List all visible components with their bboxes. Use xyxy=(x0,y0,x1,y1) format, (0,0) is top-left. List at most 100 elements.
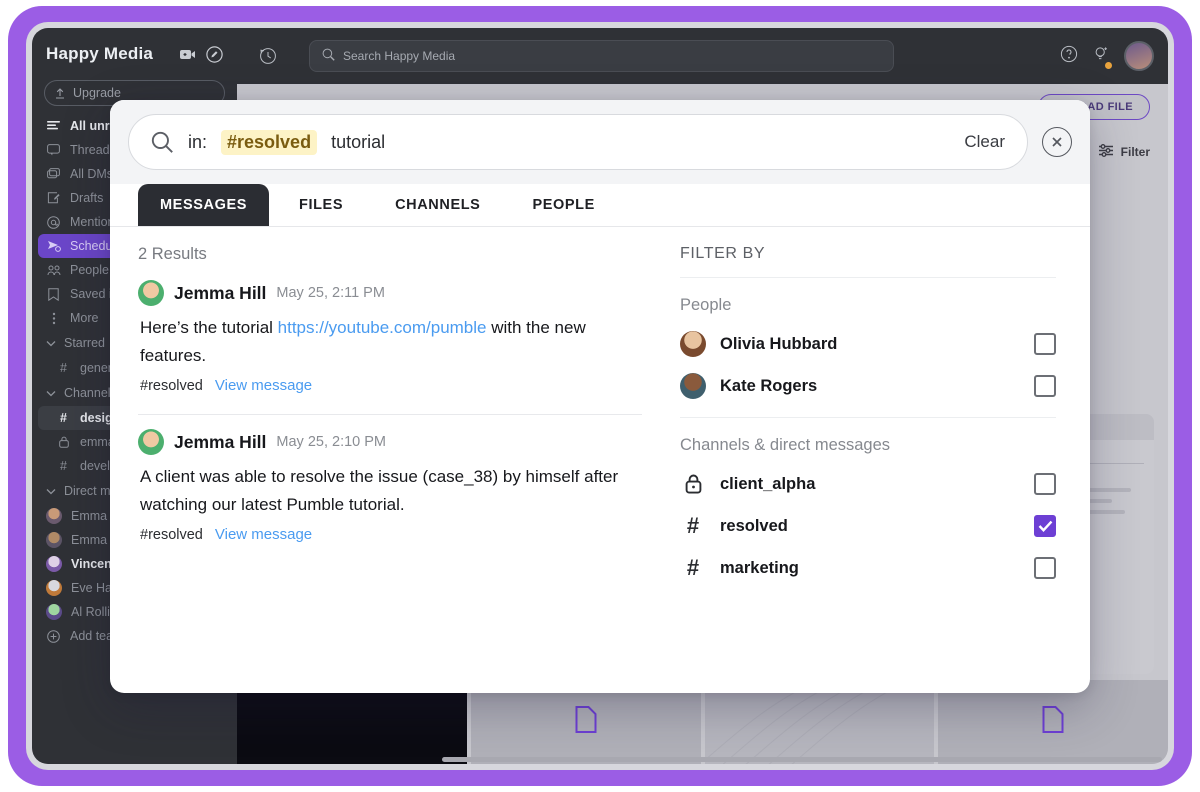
avatar xyxy=(46,532,62,548)
checkbox[interactable] xyxy=(1034,557,1056,579)
avatar xyxy=(138,429,164,455)
sidebar-item-label: Drafts xyxy=(70,191,103,205)
chevron-down-icon xyxy=(46,386,56,400)
filter-person-name: Olivia Hubbard xyxy=(720,335,837,354)
filter-person-name: Kate Rogers xyxy=(720,377,817,396)
message-channel[interactable]: #resolved xyxy=(140,527,203,543)
search-icon xyxy=(151,131,174,154)
message-result[interactable]: Jemma Hill May 25, 2:10 PM A client was … xyxy=(138,429,642,547)
message-body: Here’s the tutorial https://youtube.com/… xyxy=(138,314,642,369)
threads-icon xyxy=(46,144,61,156)
document-icon xyxy=(575,706,597,739)
tab-people[interactable]: PEOPLE xyxy=(510,184,616,226)
search-results: 2 Results Jemma Hill May 25, 2:11 PM Her… xyxy=(110,245,670,693)
filter-group-people-label: People xyxy=(680,296,1056,315)
checkbox[interactable] xyxy=(1034,375,1056,397)
filter-channel-client-alpha[interactable]: client_alpha xyxy=(680,463,1056,505)
message-text-before: Here’s the tutorial xyxy=(140,318,278,337)
lock-icon xyxy=(56,436,71,448)
filter-label: Filter xyxy=(1121,145,1150,159)
video-camera-icon[interactable] xyxy=(179,48,196,61)
workspace-name: Happy Media xyxy=(46,44,153,64)
message-body: A client was able to resolve the issue (… xyxy=(138,463,642,518)
search-modal: in: #resolved tutorial Clear MESSAGES FI… xyxy=(110,100,1090,693)
hash-icon: # xyxy=(680,555,706,581)
more-icon xyxy=(46,312,61,325)
results-count: 2 Results xyxy=(138,245,642,264)
drafts-icon xyxy=(46,192,61,204)
user-avatar[interactable] xyxy=(1124,41,1154,71)
bell-idea-icon[interactable] xyxy=(1092,45,1110,68)
screenshot-root: Happy Media xyxy=(0,0,1200,792)
hash-icon: # xyxy=(56,361,71,375)
filter-channel-name: resolved xyxy=(720,517,788,536)
avatar xyxy=(680,331,706,357)
horizontal-scrollbar[interactable] xyxy=(442,757,1162,762)
search-query-token[interactable]: #resolved xyxy=(221,130,317,155)
close-icon[interactable] xyxy=(1042,127,1072,157)
app-window: Happy Media xyxy=(32,28,1168,764)
chevron-down-icon xyxy=(46,484,56,498)
avatar xyxy=(46,604,62,620)
avatar xyxy=(138,280,164,306)
clear-button[interactable]: Clear xyxy=(964,132,1005,152)
filter-person-kate-rogers[interactable]: Kate Rogers xyxy=(680,365,1056,407)
search-icon xyxy=(322,48,335,64)
help-icon[interactable] xyxy=(1060,45,1078,68)
sidebar-section-label: Channels xyxy=(64,386,117,400)
filter-channel-name: marketing xyxy=(720,559,799,578)
filter-person-olivia-hubbard[interactable]: Olivia Hubbard xyxy=(680,323,1056,365)
sidebar-item-label: More xyxy=(70,311,98,325)
lock-icon xyxy=(680,474,706,494)
global-search-input[interactable]: Search Happy Media xyxy=(309,40,894,72)
history-icon[interactable] xyxy=(251,47,285,65)
hash-icon: # xyxy=(56,459,71,473)
filter-channel-name: client_alpha xyxy=(720,475,815,494)
message-timestamp: May 25, 2:11 PM xyxy=(276,285,385,301)
hash-icon: # xyxy=(680,513,706,539)
sliders-icon xyxy=(1098,143,1114,161)
checkbox[interactable] xyxy=(1034,515,1056,537)
filter-divider xyxy=(680,417,1056,418)
topbar: Search Happy Media xyxy=(237,28,1168,84)
scheduled-icon xyxy=(46,240,61,252)
result-divider xyxy=(138,414,642,415)
avatar xyxy=(680,373,706,399)
view-message-link[interactable]: View message xyxy=(215,377,312,394)
upgrade-label: Upgrade xyxy=(73,86,121,100)
global-search-placeholder: Search Happy Media xyxy=(343,49,455,63)
sidebar-item-label: All DMs xyxy=(70,167,113,181)
message-link[interactable]: https://youtube.com/pumble xyxy=(278,318,487,337)
tab-channels[interactable]: CHANNELS xyxy=(373,184,502,226)
filter-channel-resolved[interactable]: # resolved xyxy=(680,505,1056,547)
people-icon xyxy=(46,264,61,276)
checkbox[interactable] xyxy=(1034,333,1056,355)
message-timestamp: May 25, 2:10 PM xyxy=(276,434,386,450)
view-message-link[interactable]: View message xyxy=(215,526,312,543)
mention-icon xyxy=(46,216,61,229)
hash-icon: # xyxy=(56,411,71,425)
upload-arrow-icon xyxy=(55,88,65,99)
message-author: Jemma Hill xyxy=(174,283,266,304)
tab-files[interactable]: FILES xyxy=(277,184,365,226)
filter-channel-marketing[interactable]: # marketing xyxy=(680,547,1056,589)
filter-group-channels-label: Channels & direct messages xyxy=(680,436,1056,455)
compose-icon[interactable] xyxy=(206,46,223,63)
search-query-term: tutorial xyxy=(331,132,385,153)
search-input[interactable]: in: #resolved tutorial Clear xyxy=(128,114,1028,170)
message-author: Jemma Hill xyxy=(174,432,266,453)
message-result[interactable]: Jemma Hill May 25, 2:11 PM Here’s the tu… xyxy=(138,280,642,398)
checkbox[interactable] xyxy=(1034,473,1056,495)
dm-icon xyxy=(46,168,61,180)
search-header: in: #resolved tutorial Clear xyxy=(110,100,1090,184)
message-text-before: A client was able to resolve the issue (… xyxy=(140,467,618,514)
bookmark-icon xyxy=(46,288,61,301)
filter-panel: FILTER BY People Olivia Hubbard Kate Rog… xyxy=(670,245,1090,693)
filter-button[interactable]: Filter xyxy=(1098,143,1150,161)
message-channel[interactable]: #resolved xyxy=(140,378,203,394)
tab-messages[interactable]: MESSAGES xyxy=(138,184,269,226)
sidebar-item-label: Threads xyxy=(70,143,116,157)
avatar xyxy=(46,508,62,524)
avatar xyxy=(46,556,62,572)
unreads-icon xyxy=(46,121,61,132)
